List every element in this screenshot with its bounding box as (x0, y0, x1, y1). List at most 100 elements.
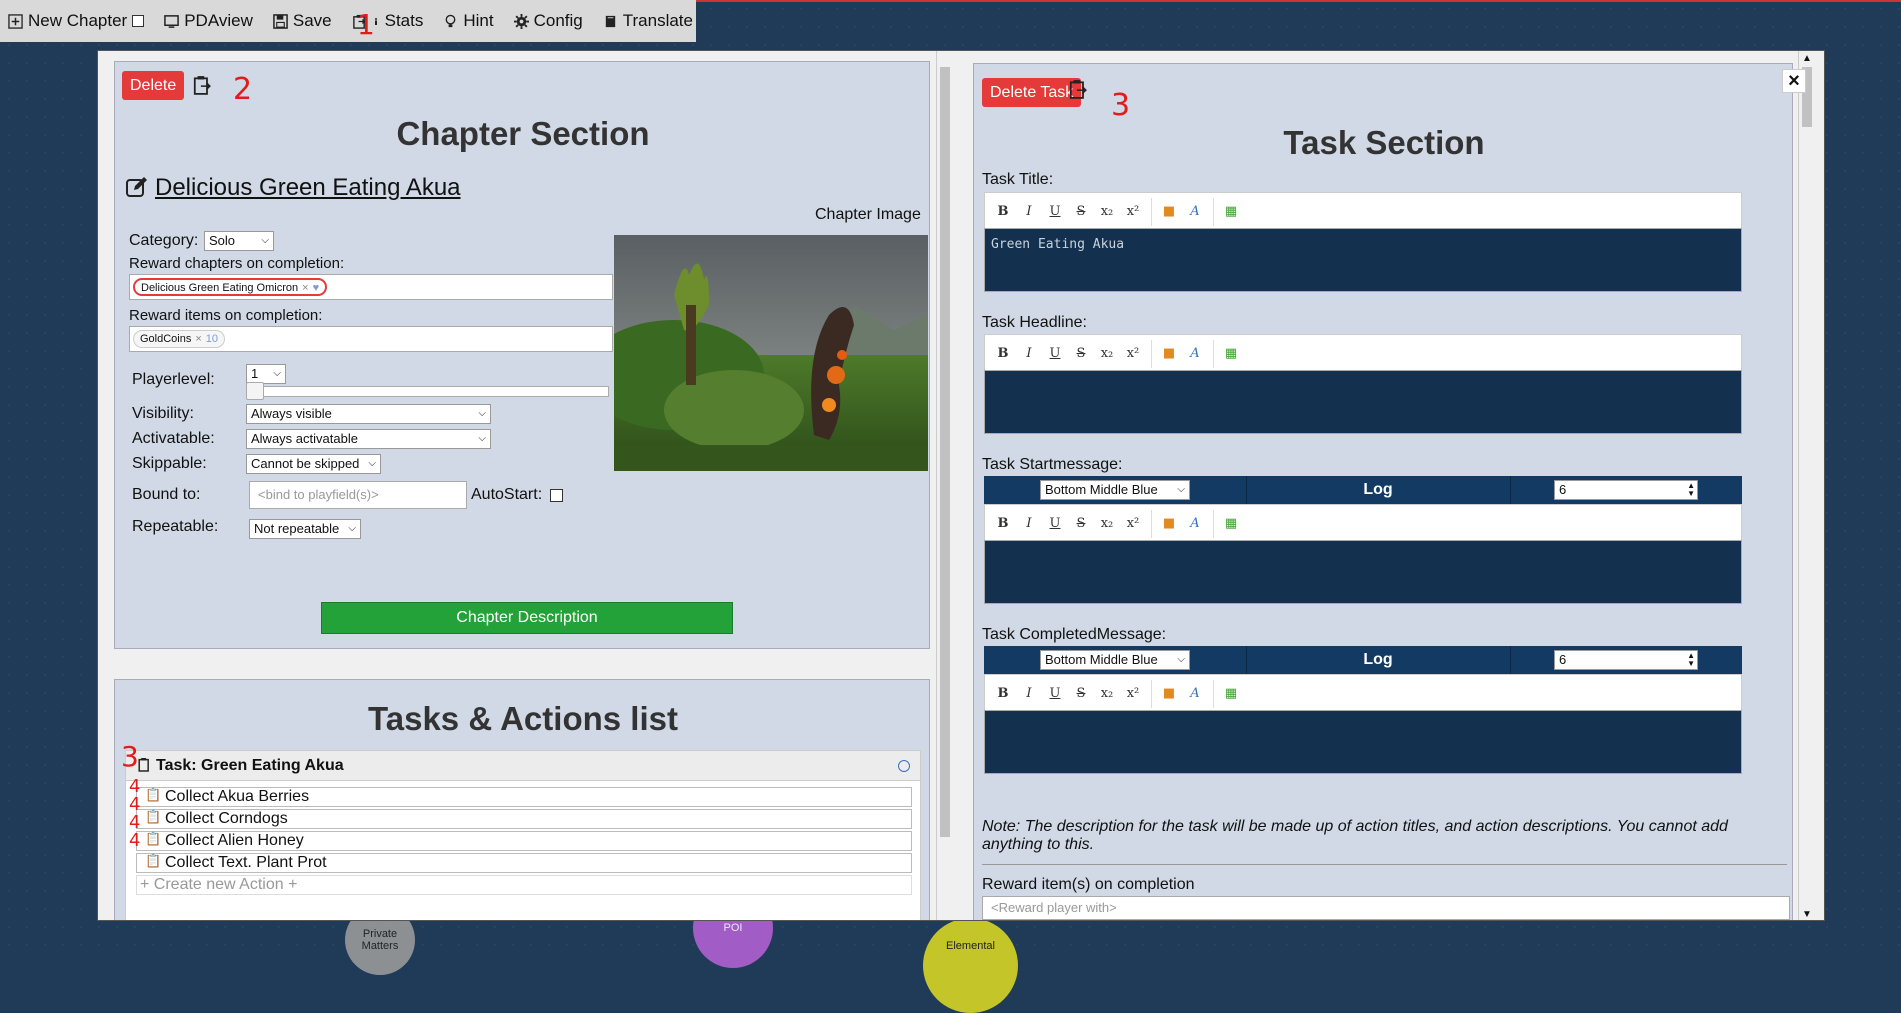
message-options-bar: Bottom Middle Blue ⌵ Log 6 ▲ ▼ (984, 476, 1742, 504)
clipboard-copy-icon[interactable] (138, 757, 151, 772)
clipboard-copy-icon[interactable] (1069, 79, 1087, 99)
playerlevel-slider[interactable] (246, 386, 609, 397)
playerlevel-select[interactable]: 1 ⌵ (246, 364, 286, 384)
clear-format-icon[interactable]: A (1185, 344, 1205, 364)
reward-chapter-tag[interactable]: Delicious Green Eating Omicron × ♥ (133, 278, 328, 296)
clear-format-icon[interactable]: A (1185, 514, 1205, 534)
task-completed-body[interactable] (984, 710, 1742, 774)
strike-button[interactable]: S (1071, 344, 1091, 364)
chapter-image-label: Chapter Image (815, 206, 921, 223)
bold-button[interactable]: B (993, 514, 1013, 534)
message-position-select[interactable]: Bottom Middle Blue ⌵ (1040, 480, 1190, 500)
spinner-icon[interactable]: ▲ ▼ (1687, 652, 1695, 668)
superscript-button[interactable]: x² (1123, 684, 1143, 704)
clipboard-copy-icon[interactable] (193, 75, 211, 95)
clear-format-icon[interactable]: A (1185, 202, 1205, 222)
task-description-note: Note: The description for the task will … (982, 818, 1728, 853)
underline-button[interactable]: U (1045, 514, 1065, 534)
italic-button[interactable]: I (1019, 684, 1039, 704)
close-icon[interactable]: × (1782, 69, 1806, 93)
scrollbar-thumb[interactable] (940, 67, 950, 837)
source-grid-icon[interactable]: ▦ (1221, 344, 1241, 364)
message-duration-input[interactable]: 6 ▲ ▼ (1554, 650, 1698, 670)
edit-icon[interactable] (125, 175, 149, 199)
chapter-description-button[interactable]: Chapter Description (321, 602, 733, 634)
new-chapter-checkbox[interactable] (132, 15, 145, 27)
save-button[interactable]: Save (273, 11, 332, 31)
autostart-checkbox[interactable] (550, 489, 563, 502)
repeatable-value: Not repeatable (254, 521, 340, 536)
task-headline-body[interactable] (984, 370, 1742, 434)
reward-item-tag[interactable]: GoldCoins × 10 (133, 330, 226, 348)
new-chapter-button[interactable]: New Chapter (8, 11, 145, 31)
italic-button[interactable]: I (1019, 514, 1039, 534)
bound-to-input[interactable]: <bind to playfield(s)> (249, 481, 467, 509)
source-grid-icon[interactable]: ▦ (1221, 684, 1241, 704)
color-palette-icon[interactable]: ■ (1159, 344, 1179, 364)
underline-button[interactable]: U (1045, 202, 1065, 222)
italic-button[interactable]: I (1019, 344, 1039, 364)
scroll-down-icon[interactable]: ▼ (1802, 909, 1812, 920)
scroll-up-icon[interactable]: ▲ (1802, 53, 1812, 64)
action-row[interactable]: 📋 Collect Alien Honey (136, 831, 912, 851)
task-title-body[interactable]: Green Eating Akua (984, 228, 1742, 292)
translate-button[interactable]: Translate (603, 11, 693, 31)
reward-items-input[interactable]: GoldCoins × 10 (129, 326, 613, 352)
skippable-select[interactable]: Cannot be skipped ⌵ (246, 454, 381, 474)
task-startmessage-body[interactable] (984, 540, 1742, 604)
message-log-label[interactable]: Log (1246, 476, 1510, 504)
config-button[interactable]: Config (513, 11, 583, 31)
delete-task-button[interactable]: Delete Task (982, 78, 1082, 107)
strike-button[interactable]: S (1071, 684, 1091, 704)
radio-circle-icon[interactable] (898, 760, 910, 772)
clear-format-icon[interactable]: A (1185, 684, 1205, 704)
chapter-image[interactable] (614, 235, 928, 471)
action-row[interactable]: 📋 Collect Text. Plant Prot (136, 853, 912, 873)
remove-tag-icon[interactable]: × (195, 333, 201, 345)
visibility-select[interactable]: Always visible ⌵ (246, 404, 491, 424)
chapter-name[interactable]: Delicious Green Eating Akua (155, 174, 461, 202)
subscript-button[interactable]: x₂ (1097, 684, 1117, 704)
strike-button[interactable]: S (1071, 202, 1091, 222)
create-action-button[interactable]: + Create new Action + (136, 875, 912, 895)
message-log-label[interactable]: Log (1246, 646, 1510, 674)
activatable-select[interactable]: Always activatable ⌵ (246, 429, 491, 449)
bold-button[interactable]: B (993, 202, 1013, 222)
action-row[interactable]: 📋 Collect Corndogs (136, 809, 912, 829)
reward-chapters-input[interactable]: Delicious Green Eating Omicron × ♥ (129, 274, 613, 300)
delete-chapter-button[interactable]: Delete (122, 71, 185, 100)
repeatable-select[interactable]: Not repeatable ⌵ (249, 519, 361, 539)
message-duration-input[interactable]: 6 ▲ ▼ (1554, 480, 1698, 500)
action-row[interactable]: 📋 Collect Akua Berries (136, 787, 912, 807)
message-position-value: Bottom Middle Blue (1045, 652, 1158, 667)
category-select[interactable]: Solo ⌵ (204, 231, 274, 251)
task-completed-label: Task CompletedMessage: (982, 626, 1167, 643)
underline-button[interactable]: U (1045, 344, 1065, 364)
color-palette-icon[interactable]: ■ (1159, 684, 1179, 704)
subscript-button[interactable]: x₂ (1097, 202, 1117, 222)
superscript-button[interactable]: x² (1123, 514, 1143, 534)
message-position-select[interactable]: Bottom Middle Blue ⌵ (1040, 650, 1190, 670)
right-scrollbar[interactable]: ▲ ▼ (1798, 51, 1814, 920)
color-palette-icon[interactable]: ■ (1159, 202, 1179, 222)
italic-button[interactable]: I (1019, 202, 1039, 222)
task-row[interactable]: Task: Green Eating Akua (126, 751, 920, 781)
source-grid-icon[interactable]: ▦ (1221, 514, 1241, 534)
pdaview-button[interactable]: PDAview (164, 11, 253, 31)
subscript-button[interactable]: x₂ (1097, 344, 1117, 364)
slider-handle[interactable] (246, 382, 264, 400)
superscript-button[interactable]: x² (1123, 344, 1143, 364)
left-scrollbar[interactable] (936, 51, 952, 920)
underline-button[interactable]: U (1045, 684, 1065, 704)
remove-tag-icon[interactable]: × (302, 282, 308, 294)
reward-player-input[interactable]: <Reward player with> (982, 896, 1790, 920)
superscript-button[interactable]: x² (1123, 202, 1143, 222)
source-grid-icon[interactable]: ▦ (1221, 202, 1241, 222)
strike-button[interactable]: S (1071, 514, 1091, 534)
subscript-button[interactable]: x₂ (1097, 514, 1117, 534)
bold-button[interactable]: B (993, 684, 1013, 704)
hint-button[interactable]: Hint (443, 11, 494, 31)
bold-button[interactable]: B (993, 344, 1013, 364)
spinner-icon[interactable]: ▲ ▼ (1687, 482, 1695, 498)
color-palette-icon[interactable]: ■ (1159, 514, 1179, 534)
